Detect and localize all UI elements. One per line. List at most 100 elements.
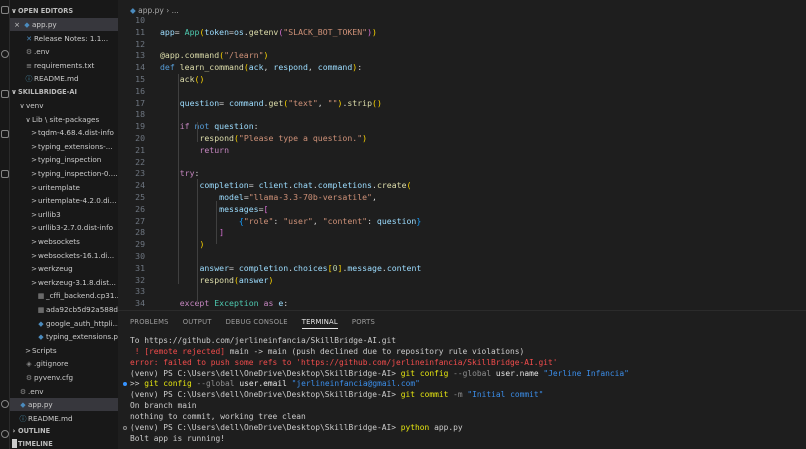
chevron-right-icon: > <box>31 278 37 287</box>
line-number: 34 <box>135 298 145 309</box>
terminal-line: Bolt app is running! <box>130 433 225 444</box>
tree-item-label: uritemplate-4.2.0.di... <box>38 196 117 206</box>
tree-item-label: .env <box>28 386 44 396</box>
terminal-token: >> <box>130 379 145 389</box>
explorer-icon[interactable] <box>1 6 9 14</box>
tree-item[interactable]: >Scripts <box>10 344 118 357</box>
open-editor-item[interactable]: ✕ Release Notes: 1.1... <box>10 32 118 45</box>
code-token: : <box>273 215 284 226</box>
open-editors-header[interactable]: ∨OPEN EDITORS <box>10 5 118 18</box>
code-line: 29 ) <box>118 238 806 250</box>
open-editor-label: requirements.txt <box>34 60 95 70</box>
tree-item[interactable]: >urllib3-2.7.0.dist-info <box>10 221 118 234</box>
tree-item[interactable]: >tqdm-4.68.4.dist-info <box>10 126 118 139</box>
terminal-line: error: failed to push some refs to 'http… <box>130 357 558 368</box>
line-content: def learn_command(ack, respond, command)… <box>160 61 362 73</box>
line-number: 24 <box>135 180 145 191</box>
tree-item[interactable]: >urllib3 <box>10 208 118 221</box>
tree-item[interactable]: ∨Lib \ site-packages <box>10 113 118 126</box>
tree-item-label: typing_inspection <box>38 155 102 165</box>
open-editor-item[interactable]: ⓘ README.md <box>10 72 118 85</box>
tree-item[interactable]: ◆ typing_extensions.py <box>10 330 118 343</box>
source-control-icon[interactable] <box>1 90 9 98</box>
tree-item[interactable]: >typing_inspection-0.... <box>10 167 118 180</box>
close-icon[interactable]: × <box>12 19 22 31</box>
code-token: client <box>258 180 289 191</box>
terminal-token: git <box>400 368 420 378</box>
extensions-icon[interactable] <box>1 170 9 178</box>
tree-item[interactable]: >typing_inspection <box>10 153 118 166</box>
code-token: : <box>367 215 377 226</box>
tree-item[interactable]: ∨venv <box>10 99 118 112</box>
tab-problems[interactable]: PROBLEMS <box>130 315 169 329</box>
code-token: } <box>416 215 422 226</box>
code-token: () <box>194 74 205 84</box>
tree-item[interactable]: >uritemplate-4.2.0.di... <box>10 194 118 207</box>
code-token: learn_command <box>179 62 244 73</box>
open-editor-item[interactable]: ⚙ .env <box>10 45 118 58</box>
line-content: respond(answer) <box>160 274 273 286</box>
code-token: ) <box>263 50 269 61</box>
account-icon[interactable] <box>1 400 9 408</box>
open-editor-item[interactable]: × ◆ app.py <box>10 18 118 31</box>
timeline-header[interactable]: ›TIMELINE <box>10 438 118 449</box>
tree-item-label: websockets-16.1.di... <box>38 250 115 260</box>
tree-item[interactable]: ⚙ pyvenv.cfg <box>10 371 118 384</box>
code-line: 19 if not question: <box>118 120 806 132</box>
line-number: 18 <box>135 109 145 120</box>
open-editor-item[interactable]: ≡ requirements.txt <box>10 59 118 72</box>
tab-output[interactable]: OUTPUT <box>183 315 212 329</box>
code-token: create <box>376 180 407 191</box>
tree-item[interactable]: >uritemplate <box>10 181 118 194</box>
tree-item[interactable]: >werkzeug <box>10 262 118 275</box>
code-line: 31 answer= completion.choices[0].message… <box>118 262 806 274</box>
code-token: "role" <box>243 215 274 226</box>
tab-terminal[interactable]: TERMINAL <box>301 315 338 329</box>
indent-guide <box>197 122 198 142</box>
tree-item[interactable]: ▦ _cffi_backend.cp31... <box>10 289 118 302</box>
chevron-right-icon: > <box>31 265 37 274</box>
tree-item[interactable]: ⚙ .env <box>10 385 118 398</box>
manage-gear-icon[interactable] <box>1 430 9 438</box>
tree-item[interactable]: >websockets <box>10 235 118 248</box>
code-line: 24 completion= client.chat.completions.c… <box>118 179 806 191</box>
tab-debug-console[interactable]: DEBUG CONSOLE <box>226 315 288 329</box>
tree-item[interactable]: >typing_extensions-... <box>10 140 118 153</box>
info-icon: ⓘ <box>25 75 33 83</box>
code-token: , <box>307 62 318 73</box>
search-icon[interactable] <box>1 50 9 58</box>
tree-item[interactable]: ⓘ README.md <box>10 412 118 425</box>
code-token: "text" <box>288 97 318 108</box>
code-token: choices <box>293 262 328 273</box>
tree-item-label: pyvenv.cfg <box>34 373 74 382</box>
tree-item[interactable]: >websockets-16.1.di... <box>10 249 118 262</box>
line-number: 22 <box>135 156 145 167</box>
tree-item[interactable]: ▦ ada92cb5d92a588d... <box>10 303 118 316</box>
code-line: 18 <box>118 108 806 120</box>
code-editor[interactable]: 10 11 app= App(token=os.getenv("SLACK_BOT_… <box>118 14 806 310</box>
tree-item[interactable]: ◈ .gitignore <box>10 357 118 370</box>
open-editor-label: .env <box>34 47 50 56</box>
project-header[interactable]: ∨SKILLBRIDGE-AI <box>10 86 118 99</box>
code-token: : <box>253 121 259 132</box>
code-token: = <box>219 97 230 108</box>
command-status-dot-icon <box>123 382 127 387</box>
terminal-token: Bolt app is running! <box>130 433 226 443</box>
tab-ports[interactable]: PORTS <box>352 315 375 329</box>
code-token: "content" <box>322 215 368 226</box>
terminal-line: On branch main <box>130 400 197 411</box>
code-line: 13 @app.command("/learn") <box>118 49 806 61</box>
tree-item[interactable]: ◆ google_auth_httpli... <box>10 317 118 330</box>
outline-header[interactable]: › OUTLINE <box>10 425 118 438</box>
tree-item[interactable]: ◆ app.py <box>10 398 118 412</box>
code-token: ack <box>248 62 264 73</box>
code-token: model <box>219 192 244 202</box>
line-number: 30 <box>135 251 145 261</box>
binary-file-icon: ▦ <box>37 306 45 314</box>
tree-item[interactable]: >werkzeug-3.1.8.dist... <box>10 276 118 289</box>
run-debug-icon[interactable] <box>1 130 9 138</box>
terminal-token: main -> main (push declined due to repos… <box>229 346 525 356</box>
